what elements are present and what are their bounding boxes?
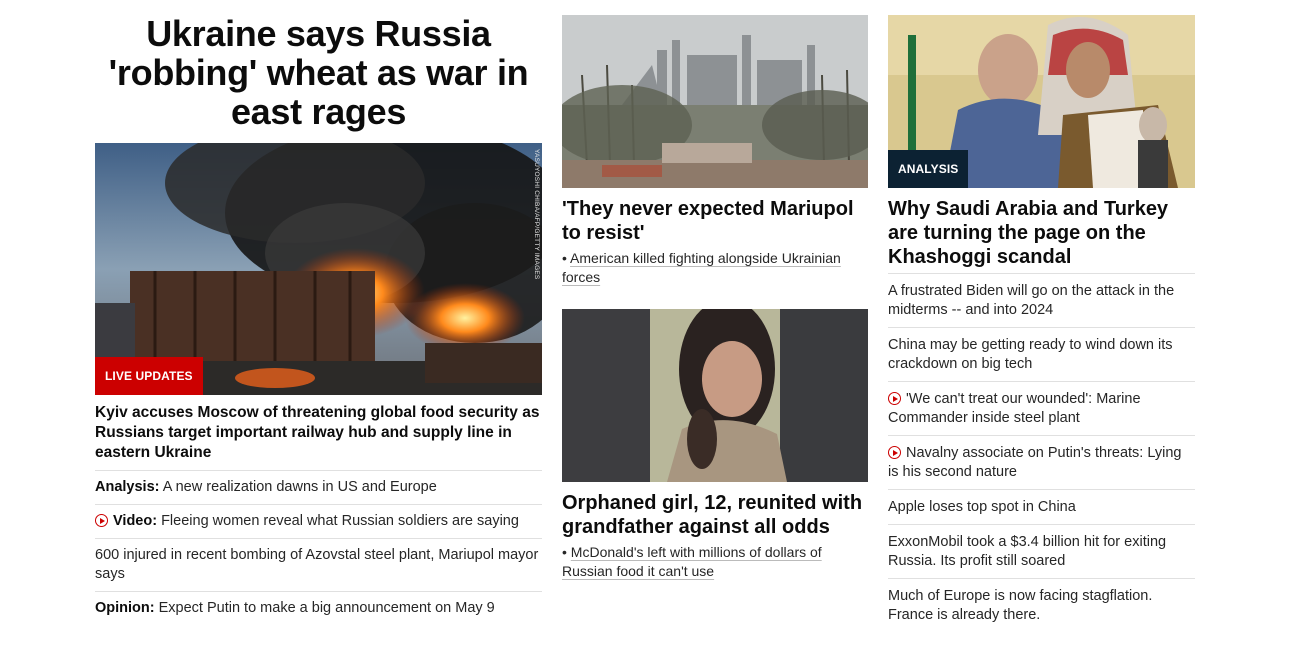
list-item[interactable]: Opinion: Expect Putin to make a big anno… [95,591,542,625]
item-text: 600 injured in recent bombing of Azovsta… [95,547,539,582]
play-circle-icon [95,514,108,527]
middle-story-column: 'They never expected Mariupol to resist'… [562,0,868,581]
item-text: Apple loses top spot in China [888,499,1076,515]
analysis-badge[interactable]: ANALYSIS [888,150,969,188]
list-item[interactable]: Video: Fleeing women reveal what Russian… [95,504,542,538]
mariupol-sublink[interactable]: • American killed fighting alongside Ukr… [562,249,868,287]
item-label: Opinion: [95,600,155,616]
item-text: A frustrated Biden will go on the attack… [888,283,1175,318]
orphan-headline[interactable]: Orphaned girl, 12, reunited with grandfa… [562,491,868,539]
item-text: China may be getting ready to wind down … [888,337,1173,372]
item-text: Expect Putin to make a big announcement … [158,600,495,616]
list-item[interactable]: 600 injured in recent bombing of Azovsta… [95,538,542,591]
item-text: 'We can't treat our wounded': Marine Com… [888,391,1141,426]
item-text: A new realization dawns in US and Europe [162,479,437,495]
live-updates-badge[interactable]: LIVE UPDATES [95,357,203,395]
item-text: ExxonMobil took a $3.4 billion hit for e… [888,534,1167,569]
orphan-sublink[interactable]: • McDonald's left with millions of dolla… [562,543,868,581]
lead-story-headline[interactable]: Kyiv accuses Moscow of threatening globa… [95,403,542,463]
list-item[interactable]: A frustrated Biden will go on the attack… [888,273,1195,327]
photo-credit: YASUYOSHI CHIBA/AFP/GETTY IMAGES [533,149,540,280]
sublink-text: McDonald's left with millions of dollars… [562,544,822,579]
mariupol-story-image[interactable] [562,15,868,188]
hero-headline[interactable]: Ukraine says Russia 'robbing' wheat as w… [95,14,542,131]
list-item[interactable]: China may be getting ready to wind down … [888,327,1195,381]
steel-plant-photo [562,15,868,188]
lead-story-column: Ukraine says Russia 'robbing' wheat as w… [95,0,542,625]
item-label: Video: [113,513,158,529]
orphan-story-image[interactable] [562,309,868,482]
list-item[interactable]: Navalny associate on Putin's threats: Ly… [888,435,1195,489]
lead-story-image[interactable]: YASUYOSHI CHIBA/AFP/GETTY IMAGES LIVE UP… [95,143,542,395]
item-label: Analysis: [95,479,160,495]
item-text: Fleeing women reveal what Russian soldie… [161,513,519,529]
item-text: Much of Europe is now facing stagflation… [888,588,1153,623]
list-item[interactable]: Analysis: A new realization dawns in US … [95,470,542,504]
item-text: Navalny associate on Putin's threats: Ly… [888,445,1182,480]
girl-portrait-photo [562,309,868,482]
mariupol-headline[interactable]: 'They never expected Mariupol to resist' [562,197,868,245]
list-item[interactable]: ExxonMobil took a $3.4 billion hit for e… [888,524,1195,578]
right-story-column: ANALYSIS Why Saudi Arabia and Turkey are… [888,0,1195,632]
list-item[interactable]: 'We can't treat our wounded': Marine Com… [888,381,1195,435]
right-links-list: A frustrated Biden will go on the attack… [888,273,1195,632]
related-links-list: Analysis: A new realization dawns in US … [95,470,542,625]
saudi-turkey-headline[interactable]: Why Saudi Arabia and Turkey are turning … [888,197,1195,269]
play-circle-icon [888,446,901,459]
sublink-text: American killed fighting alongside Ukrai… [562,250,841,285]
play-circle-icon [888,392,901,405]
list-item[interactable]: Apple loses top spot in China [888,489,1195,524]
saudi-turkey-story-image[interactable]: ANALYSIS [888,15,1195,188]
list-item[interactable]: Much of Europe is now facing stagflation… [888,578,1195,632]
